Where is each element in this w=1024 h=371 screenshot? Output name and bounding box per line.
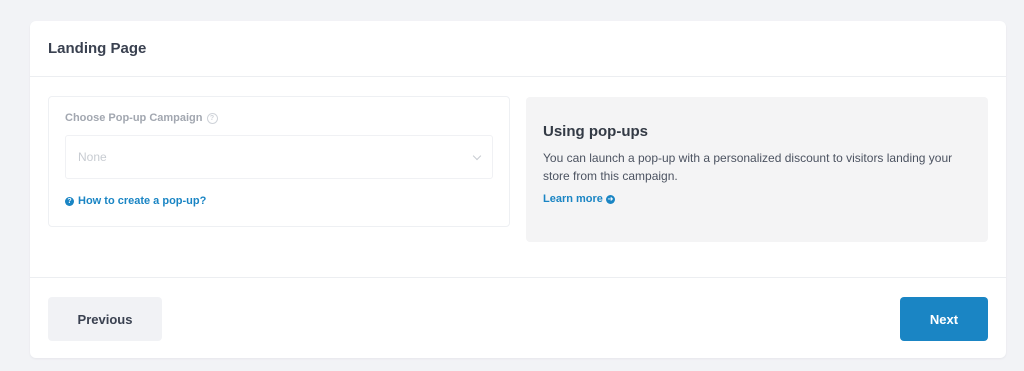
learn-more-link[interactable]: Learn more ➜ — [543, 193, 615, 205]
question-circle-icon[interactable]: ? — [206, 112, 218, 124]
info-text: You can launch a pop-up with a personali… — [543, 151, 953, 183]
card-header: Landing Page — [30, 21, 1006, 77]
arrow-right-circle-icon: ➜ — [605, 194, 615, 204]
how-to-create-popup-label: How to create a pop-up? — [78, 195, 207, 207]
page-title: Landing Page — [48, 40, 147, 57]
landing-page-card: Landing Page Choose Pop-up Campaign ? No… — [30, 21, 1006, 358]
learn-more-label: Learn more — [543, 193, 603, 205]
info-title: Using pop-ups — [543, 123, 648, 140]
popup-campaign-label: Choose Pop-up Campaign — [65, 112, 203, 124]
popup-campaign-select[interactable]: None — [65, 135, 493, 179]
popup-campaign-label-row: Choose Pop-up Campaign ? — [65, 112, 218, 124]
popup-campaign-select-value: None — [78, 150, 107, 164]
question-circle-icon: ? — [65, 196, 74, 206]
popup-campaign-panel: Choose Pop-up Campaign ? None ? How to c… — [48, 96, 510, 227]
previous-button[interactable]: Previous — [48, 297, 162, 341]
chevron-down-icon — [472, 151, 482, 160]
popup-info-panel: Using pop-ups You can launch a pop-up wi… — [526, 97, 988, 242]
card-body: Choose Pop-up Campaign ? None ? How to c… — [30, 77, 1006, 277]
card-footer: Previous Next — [30, 277, 1006, 358]
next-button[interactable]: Next — [900, 297, 988, 341]
how-to-create-popup-link[interactable]: ? How to create a pop-up? — [65, 195, 206, 207]
